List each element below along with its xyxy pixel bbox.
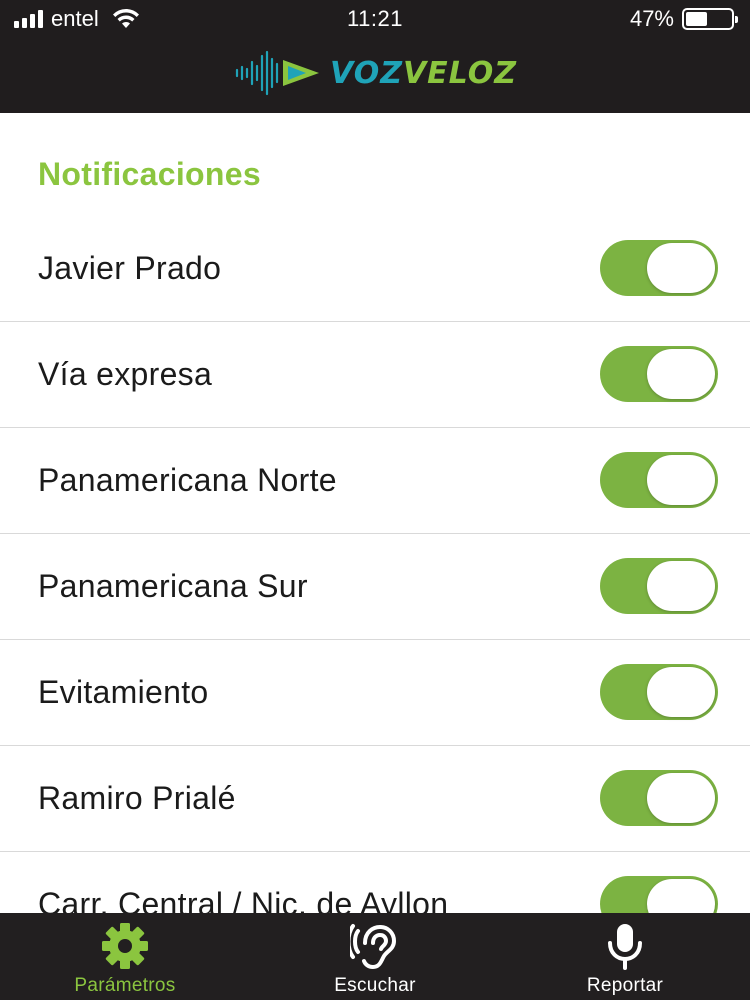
notification-label: Evitamiento	[38, 674, 209, 710]
notification-toggle[interactable]	[600, 770, 718, 826]
microphone-icon	[599, 921, 651, 971]
toggle-knob	[647, 879, 715, 913]
bottom-tab-bar: Parámetros Escuchar Reportar	[0, 913, 750, 1000]
app-header-logo: VOZVELOZ	[0, 48, 750, 98]
toggle-knob	[647, 667, 715, 717]
gear-icon	[99, 921, 151, 971]
toggle-knob	[647, 773, 715, 823]
notification-label: Javier Prado	[38, 250, 222, 286]
notification-row: Panamericana Norte	[0, 428, 750, 534]
tab-label: Reportar	[586, 975, 664, 996]
notification-label: Panamericana Sur	[38, 568, 308, 604]
notification-toggle[interactable]	[600, 876, 718, 913]
tab-escuchar[interactable]: Escuchar	[250, 913, 500, 1000]
notification-label: Ramiro Prialé	[38, 780, 236, 816]
top-bar: entel 11:21 47% VOZVELOZ	[0, 0, 750, 113]
battery-fill	[686, 12, 707, 26]
status-bar: entel 11:21 47%	[0, 0, 750, 38]
tab-label: Escuchar	[334, 975, 416, 996]
toggle-knob	[647, 455, 715, 505]
brand-part-voz: VOZ	[330, 55, 403, 91]
toggle-knob	[647, 561, 715, 611]
notification-row: Ramiro Prialé	[0, 746, 750, 852]
brand-wordmark: VOZVELOZ	[330, 56, 517, 91]
notification-row: Carr. Central / Nic. de Ayllon	[0, 852, 750, 913]
notification-toggle[interactable]	[600, 558, 718, 614]
notification-toggle[interactable]	[600, 346, 718, 402]
tab-reportar[interactable]: Reportar	[500, 913, 750, 1000]
sound-wave-play-icon	[235, 50, 320, 96]
notification-label: Panamericana Norte	[38, 462, 337, 498]
ear-icon	[349, 921, 401, 971]
toggle-knob	[647, 243, 715, 293]
tab-label: Parámetros	[74, 975, 176, 996]
battery-icon	[682, 8, 738, 30]
notifications-list: Javier Prado Vía expresa Panamericana No…	[0, 216, 750, 913]
notification-label: Carr. Central / Nic. de Ayllon	[38, 886, 449, 913]
notification-row: Vía expresa	[0, 322, 750, 428]
notification-row: Panamericana Sur	[0, 534, 750, 640]
status-right: 47%	[629, 6, 738, 32]
section-title: Notificaciones	[38, 156, 261, 192]
notification-row: Evitamiento	[0, 640, 750, 746]
settings-content[interactable]: Notificaciones Javier Prado Vía expresa …	[0, 113, 750, 913]
tab-parametros[interactable]: Parámetros	[0, 913, 250, 1000]
toggle-knob	[647, 349, 715, 399]
notification-toggle[interactable]	[600, 452, 718, 508]
notification-toggle[interactable]	[600, 664, 718, 720]
notification-label: Vía expresa	[38, 356, 213, 392]
notification-toggle[interactable]	[600, 240, 718, 296]
battery-percent: 47%	[629, 6, 674, 31]
brand-part-veloz: VELOZ	[402, 55, 517, 91]
notification-row: Javier Prado	[0, 216, 750, 322]
